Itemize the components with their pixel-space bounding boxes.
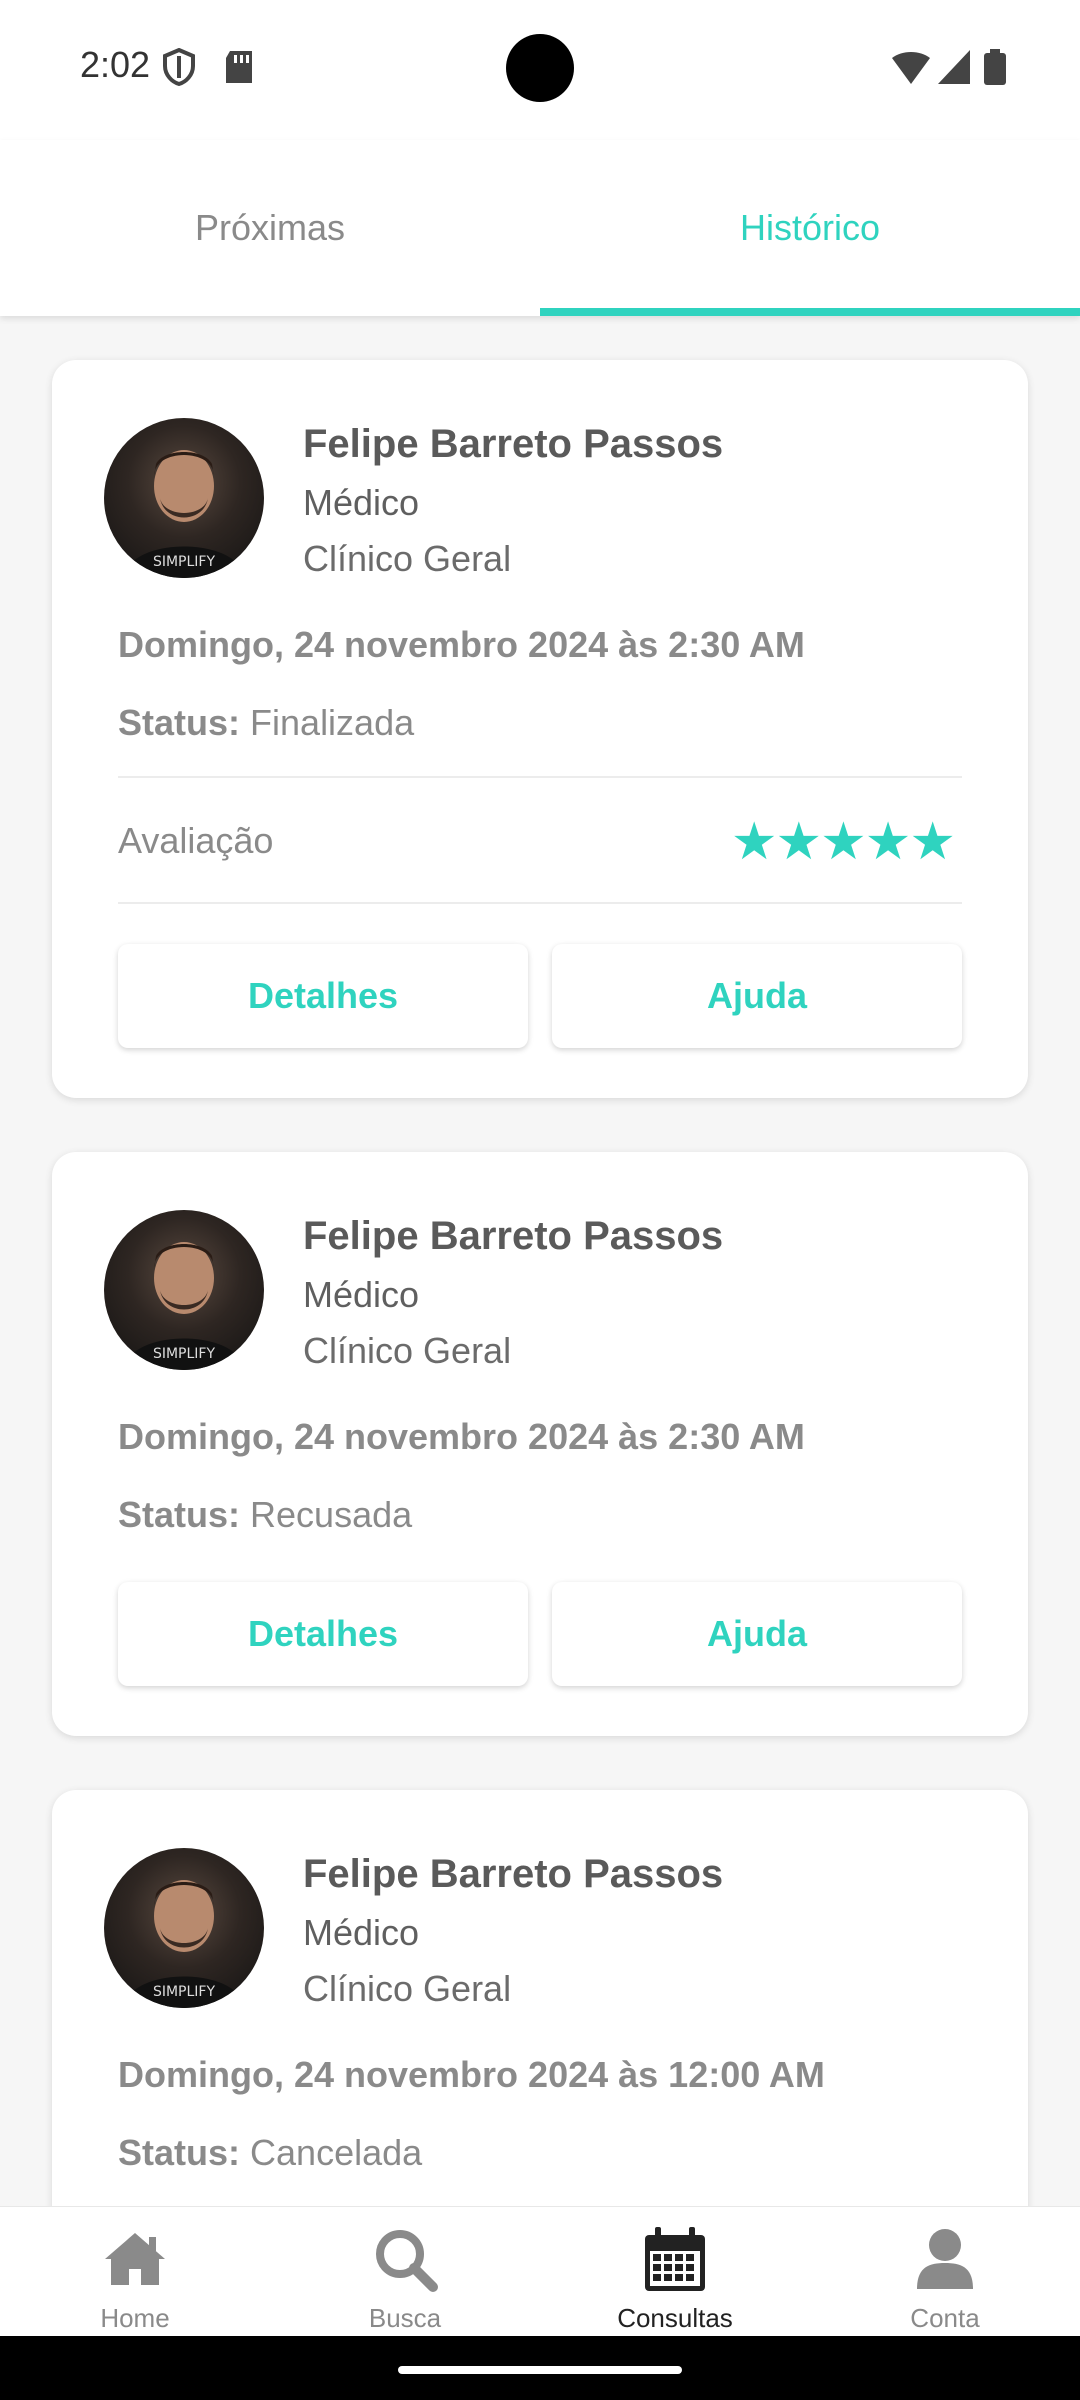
rating-label: Avaliação xyxy=(118,820,274,861)
nav-home[interactable]: Home xyxy=(0,2207,270,2337)
cellular-signal-icon xyxy=(938,50,970,84)
tab-proximas[interactable]: Próximas xyxy=(0,140,540,316)
avatar-shirt-text: SIMPLIFY xyxy=(153,554,216,570)
divider xyxy=(118,776,962,778)
shield-icon xyxy=(163,48,195,86)
appointment-status: Status: Finalizada xyxy=(118,702,414,744)
appointment-card: SIMPLIFY Felipe Barreto Passos Médico Cl… xyxy=(52,360,1028,1098)
home-icon xyxy=(105,2233,165,2285)
doctor-role: Médico xyxy=(303,1912,420,1953)
nav-label: Consultas xyxy=(617,2303,733,2333)
avatar: SIMPLIFY xyxy=(104,418,264,578)
sd-card-icon xyxy=(226,51,252,83)
status-label: Status: xyxy=(118,2132,241,2173)
bottom-navigation: Home Busca Consultas Conta xyxy=(0,2206,1080,2336)
user-icon xyxy=(917,2229,973,2289)
status-value: Recusada xyxy=(250,1494,413,1535)
avatar: SIMPLIFY xyxy=(104,1848,264,2008)
nav-conta[interactable]: Conta xyxy=(810,2207,1080,2337)
status-time: 2:02 xyxy=(80,44,151,85)
divider xyxy=(118,902,962,904)
status-label: Status: xyxy=(118,1494,241,1535)
doctor-specialty: Clínico Geral xyxy=(303,538,512,579)
avatar-shirt-text: SIMPLIFY xyxy=(153,1346,216,1362)
doctor-name: Felipe Barreto Passos xyxy=(303,1852,724,1896)
nav-label: Conta xyxy=(910,2303,980,2333)
doctor-role: Médico xyxy=(303,1274,420,1315)
home-indicator[interactable] xyxy=(398,2366,682,2374)
wifi-icon xyxy=(892,52,930,84)
avatar: SIMPLIFY xyxy=(104,1210,264,1370)
status-bar: 2:02 xyxy=(0,0,1080,140)
appointment-card: SIMPLIFY Felipe Barreto Passos Médico Cl… xyxy=(52,1152,1028,1736)
tab-bar: Próximas Histórico xyxy=(0,140,1080,316)
screen: 2:02 Próximas Histórico SIMPLIFY Felipe … xyxy=(0,0,1080,2400)
appointment-status: Status: Cancelada xyxy=(118,2132,422,2174)
details-button[interactable]: Detalhes xyxy=(118,1582,528,1686)
details-button[interactable]: Detalhes xyxy=(118,944,528,1048)
system-navigation-bar xyxy=(0,2336,1080,2400)
help-button[interactable]: Ajuda xyxy=(552,1582,962,1686)
camera-cutout xyxy=(506,34,574,102)
appointment-date: Domingo, 24 novembro 2024 às 2:30 AM xyxy=(118,624,805,665)
active-tab-indicator xyxy=(540,308,1080,316)
appointment-status: Status: Recusada xyxy=(118,1494,412,1536)
tab-historico[interactable]: Histórico xyxy=(540,140,1080,316)
appointment-date: Domingo, 24 novembro 2024 às 12:00 AM xyxy=(118,2054,825,2095)
doctor-name: Felipe Barreto Passos xyxy=(303,1214,724,1258)
nav-label: Busca xyxy=(368,2303,442,2333)
status-value: Cancelada xyxy=(250,2132,423,2173)
doctor-role: Médico xyxy=(303,482,420,523)
appointment-date: Domingo, 24 novembro 2024 às 2:30 AM xyxy=(118,1416,805,1457)
doctor-specialty: Clínico Geral xyxy=(303,1330,512,1371)
nav-label: Home xyxy=(100,2303,170,2333)
status-value: Finalizada xyxy=(250,702,415,743)
nav-busca[interactable]: Busca xyxy=(270,2207,540,2337)
battery-icon xyxy=(984,49,1006,85)
search-icon xyxy=(376,2230,438,2292)
doctor-specialty: Clínico Geral xyxy=(303,1968,512,2009)
nav-consultas[interactable]: Consultas xyxy=(540,2207,810,2337)
status-label: Status: xyxy=(118,702,241,743)
avatar-shirt-text: SIMPLIFY xyxy=(153,1984,216,2000)
rating-stars: ★★★★★ xyxy=(730,813,956,871)
calendar-icon xyxy=(645,2227,705,2291)
doctor-name: Felipe Barreto Passos xyxy=(303,422,724,466)
help-button[interactable]: Ajuda xyxy=(552,944,962,1048)
